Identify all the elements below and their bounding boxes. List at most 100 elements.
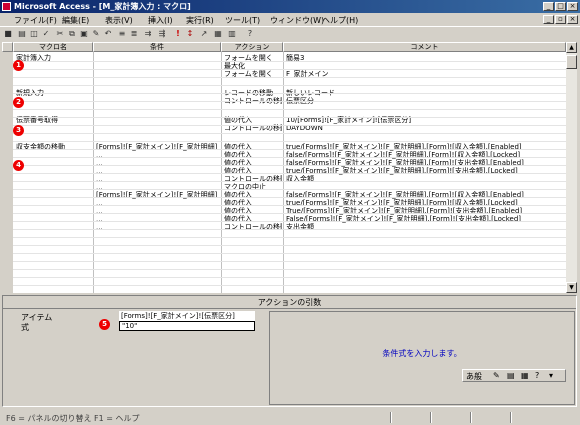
- row-divider: [13, 93, 566, 94]
- scroll-up-icon[interactable]: ▲: [566, 42, 577, 53]
- status-divider: [510, 412, 512, 423]
- menu-window[interactable]: ウィンドウ(W): [270, 15, 324, 26]
- spellcheck-icon[interactable]: ✓: [41, 29, 51, 39]
- action-arguments-pane: アクションの引数 アイテム [Forms]![F_家計メイン]![伝票区分] 式…: [2, 295, 577, 407]
- save-icon[interactable]: ■: [3, 29, 13, 39]
- row-divider: [13, 221, 566, 222]
- doc-close-button[interactable]: ×: [567, 15, 578, 24]
- menu-tools[interactable]: ツール(T): [225, 15, 260, 26]
- row-divider: [13, 269, 566, 270]
- row-divider: [13, 77, 566, 78]
- row-divider: [13, 277, 566, 278]
- row-selector-column[interactable]: [2, 52, 13, 293]
- help-icon[interactable]: ?: [245, 29, 255, 39]
- row-divider: [13, 245, 566, 246]
- delete-rows-icon[interactable]: ⇶: [157, 29, 167, 39]
- close-button[interactable]: ×: [567, 2, 578, 11]
- maximize-button[interactable]: □: [555, 2, 566, 11]
- minimize-button[interactable]: _: [543, 2, 554, 11]
- menu-run[interactable]: 実行(R): [186, 15, 214, 26]
- undo-icon[interactable]: ↶: [103, 29, 113, 39]
- print-preview-icon[interactable]: ◫: [29, 29, 39, 39]
- callout-badge-3: 3: [13, 125, 24, 136]
- ime-input-icon[interactable]: ✎: [493, 371, 500, 380]
- macro-grid: マクロ名 条件 アクション コメント 家計簿入力 フォームを開く 簡易3 最大化 フォー…: [2, 42, 566, 293]
- access-app-icon[interactable]: [2, 2, 11, 11]
- row-divider: [13, 181, 566, 182]
- column-header-comment[interactable]: コメント: [283, 42, 566, 52]
- expression-field[interactable]: "10": [119, 321, 255, 331]
- row-divider: [13, 101, 566, 102]
- row-divider: [13, 157, 566, 158]
- toolbar: ■ ▤ ◫ ✓ ✂ ⧉ ▣ ✎ ↶ ≡ ≣ ⇉ ⇶ ! ↕ ↗ ▦ ▥ ?: [0, 26, 580, 40]
- step-icon[interactable]: ↕: [185, 29, 195, 39]
- menu-view[interactable]: 表示(V): [105, 15, 133, 26]
- row-divider: [13, 197, 566, 198]
- row-divider: [13, 85, 566, 86]
- doc-minimize-button[interactable]: _: [543, 15, 554, 24]
- doc-restore-button[interactable]: ▫: [555, 15, 566, 24]
- select-all-corner[interactable]: [2, 42, 13, 52]
- help-panel: 条件式を入力します。 あ般 ✎ ▤ ▦ ? ▾: [269, 311, 575, 405]
- row-divider: [13, 229, 566, 230]
- row-divider: [13, 61, 566, 62]
- format-painter-icon[interactable]: ✎: [91, 29, 101, 39]
- callout-badge-2: 2: [13, 97, 24, 108]
- column-header-condition[interactable]: 条件: [93, 42, 221, 52]
- vertical-scrollbar[interactable]: ▲ ▼: [566, 42, 577, 293]
- menu-bar: ファイル(F) 編集(E) 表示(V) 挿入(I) 実行(R) ツール(T) ウ…: [0, 13, 580, 26]
- menu-insert[interactable]: 挿入(I): [148, 15, 173, 26]
- menu-edit[interactable]: 編集(E): [62, 15, 89, 26]
- row-divider: [13, 165, 566, 166]
- print-icon[interactable]: ▤: [17, 29, 27, 39]
- row-divider: [13, 213, 566, 214]
- row-divider: [13, 117, 566, 118]
- menu-file[interactable]: ファイル(F): [14, 15, 57, 26]
- help-text: 条件式を入力します。: [382, 349, 462, 358]
- ime-help-icon[interactable]: ?: [535, 371, 539, 380]
- status-divider: [430, 412, 432, 423]
- cut-icon[interactable]: ✂: [55, 29, 65, 39]
- row-divider: [13, 261, 566, 262]
- item-field[interactable]: [Forms]![F_家計メイン]![伝票区分]: [119, 311, 255, 321]
- callout-badge-4: 4: [13, 160, 24, 171]
- ime-toolbar[interactable]: あ般 ✎ ▤ ▦ ? ▾: [462, 369, 566, 382]
- new-object-icon[interactable]: ▥: [227, 29, 237, 39]
- ime-dictionary-icon[interactable]: ▤: [507, 371, 515, 380]
- status-bar: F6 = パネルの切り替え F1 = ヘルプ: [0, 410, 580, 425]
- status-divider: [470, 412, 472, 423]
- row-divider: [13, 125, 566, 126]
- row-divider: [13, 189, 566, 190]
- paste-icon[interactable]: ▣: [79, 29, 89, 39]
- copy-icon[interactable]: ⧉: [67, 29, 77, 39]
- row-divider: [13, 173, 566, 174]
- callout-badge-1: 1: [13, 60, 24, 71]
- database-window-icon[interactable]: ▦: [213, 29, 223, 39]
- column-header-macro-name[interactable]: マクロ名: [13, 42, 93, 52]
- row-divider: [13, 141, 566, 142]
- macro-names-icon[interactable]: ≡: [117, 29, 127, 39]
- run-icon[interactable]: !: [173, 29, 183, 39]
- scroll-down-icon[interactable]: ▼: [566, 282, 577, 293]
- build-icon[interactable]: ↗: [199, 29, 209, 39]
- conditions-icon[interactable]: ≣: [129, 29, 139, 39]
- ime-options-icon[interactable]: ▾: [549, 371, 553, 380]
- insert-rows-icon[interactable]: ⇉: [143, 29, 153, 39]
- row-divider: [13, 237, 566, 238]
- title-bar: Microsoft Access - [M_家計簿入力 : マクロ] _ □ ×: [0, 0, 580, 13]
- window-title: Microsoft Access - [M_家計簿入力 : マクロ]: [14, 2, 191, 11]
- menu-help[interactable]: ヘルプ(H): [322, 15, 358, 26]
- ime-mode[interactable]: あ般: [466, 371, 482, 382]
- status-text: F6 = パネルの切り替え F1 = ヘルプ: [6, 414, 140, 423]
- ime-pad-icon[interactable]: ▦: [521, 371, 529, 380]
- row-divider: [13, 253, 566, 254]
- row-divider: [13, 205, 566, 206]
- action-arguments-header: アクションの引数: [3, 297, 576, 309]
- scroll-thumb[interactable]: [566, 55, 577, 69]
- row-divider: [13, 149, 566, 150]
- expression-label: 式: [21, 323, 29, 332]
- column-header-action[interactable]: アクション: [221, 42, 283, 52]
- row-divider: [13, 285, 566, 286]
- status-divider: [390, 412, 392, 423]
- row-divider: [13, 133, 566, 134]
